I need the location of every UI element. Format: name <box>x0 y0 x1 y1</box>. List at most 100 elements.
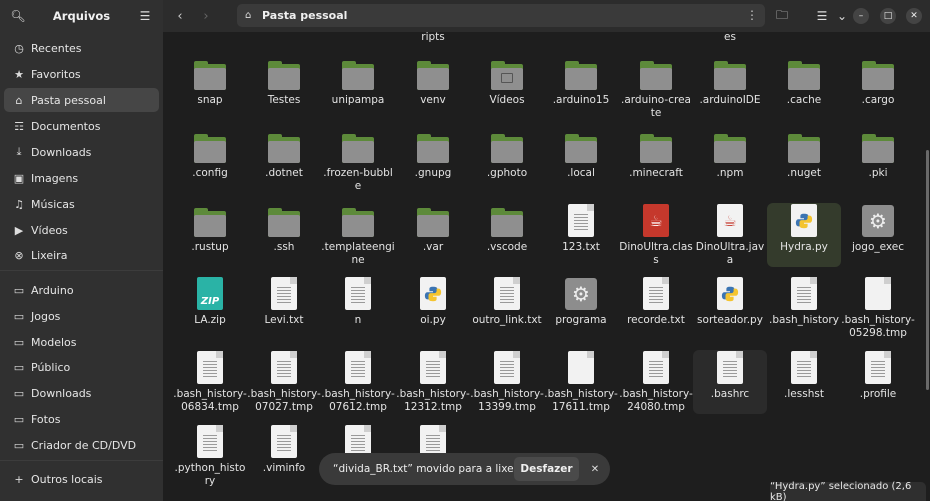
file-item[interactable]: recorde.txt <box>619 276 693 327</box>
file-item[interactable]: .bash_history-05298.tmp <box>841 276 915 340</box>
file-item[interactable]: .cargo <box>841 56 915 107</box>
star-icon: ★ <box>14 67 24 81</box>
close-icon[interactable]: ✕ <box>906 8 922 24</box>
sidebar-item[interactable]: ▶ Vídeos <box>4 218 159 242</box>
file-item[interactable]: .ssh <box>247 203 321 254</box>
file-item[interactable]: .bash_history-07612.tmp <box>321 350 395 414</box>
scrollbar[interactable] <box>926 150 929 390</box>
file-item[interactable]: Levi.txt <box>247 276 321 327</box>
file-item[interactable]: oi.py <box>396 276 470 327</box>
file-item[interactable]: ZIP LA.zip <box>173 276 247 327</box>
file-item[interactable]: .bash_history-24080.tmp <box>619 350 693 414</box>
sidebar-item[interactable]: ⌂ Pasta pessoal <box>4 88 159 112</box>
file-label: .frozen-bubble <box>323 167 393 192</box>
sidebar-item[interactable]: ▭ Downloads <box>4 381 159 405</box>
file-item[interactable]: Hydra.py <box>767 203 841 267</box>
sidebar-item[interactable]: ★ Favoritos <box>4 62 159 86</box>
sidebar-item[interactable]: ☶ Documentos <box>4 114 159 138</box>
sidebar-item[interactable]: + Outros locais <box>4 467 159 491</box>
sidebar-item[interactable]: ▭ Modelos <box>4 330 159 354</box>
chevron-down-icon[interactable]: ⌄ <box>833 7 851 25</box>
file-item[interactable]: .cache <box>767 56 841 107</box>
back-arrow-icon[interactable]: ‹ <box>171 7 189 25</box>
folder-icon: ▭ <box>13 360 25 374</box>
file-item[interactable]: .bash_history-13399.tmp <box>470 350 544 414</box>
file-item[interactable]: .dotnet <box>247 129 321 180</box>
file-label: .arduinoIDE <box>699 94 761 106</box>
file-item[interactable]: .rustup <box>173 203 247 254</box>
path-menu-icon[interactable]: ⋮ <box>746 8 758 22</box>
file-item[interactable]: venv <box>396 56 470 107</box>
file-item[interactable]: .bash_history <box>767 276 841 327</box>
file-item[interactable]: .arduino15 <box>544 56 618 107</box>
file-item[interactable]: .minecraft <box>619 129 693 180</box>
sidebar-item-label: Downloads <box>31 145 92 159</box>
file-item[interactable]: .vscode <box>470 203 544 254</box>
file-label: Testes <box>267 94 301 106</box>
file-item[interactable]: .bash_history-12312.tmp <box>396 350 470 414</box>
file-item[interactable]: .local <box>544 129 618 180</box>
sidebar-item[interactable]: ▭ Criador de CD/DVD <box>4 433 159 457</box>
sidebar-item[interactable]: ▭ Público <box>4 355 159 379</box>
sidebar-item[interactable]: ▭ Jogos <box>4 304 159 328</box>
file-item[interactable]: .python_history <box>173 424 247 488</box>
file-item[interactable]: ☕ DinoUltra.java <box>693 203 767 267</box>
file-item[interactable]: .bashrc <box>693 350 767 414</box>
new-folder-icon[interactable]: 🗀︎ <box>773 7 791 25</box>
file-item[interactable]: n <box>321 276 395 327</box>
sidebar-item[interactable]: ♫ Músicas <box>4 192 159 216</box>
sidebar-item[interactable]: ▣ Imagens <box>4 166 159 190</box>
file-item[interactable]: outro_link.txt <box>470 276 544 327</box>
file-item[interactable]: .arduino-create <box>619 56 693 120</box>
file-item[interactable]: ⚙ programa <box>544 276 618 327</box>
file-item[interactable]: .arduinoIDE <box>693 56 767 107</box>
sidebar-item[interactable]: ▭ Fotos <box>4 407 159 431</box>
file-label: .bash_history <box>769 314 839 326</box>
sidebar-item[interactable]: ⊗ Lixeira <box>4 243 159 267</box>
toast-close-icon[interactable]: ✕ <box>587 461 603 477</box>
file-item[interactable]: unipampa <box>321 56 395 107</box>
minimize-icon[interactable]: – <box>853 8 869 24</box>
file-item[interactable]: .bash_history-07027.tmp <box>247 350 321 414</box>
text-file-icon <box>619 276 693 310</box>
file-item[interactable]: Vídeos <box>470 56 544 107</box>
file-item[interactable]: .frozen-bubble <box>321 129 395 193</box>
file-item[interactable]: snap <box>173 56 247 107</box>
file-item[interactable]: .gnupg <box>396 129 470 180</box>
file-item[interactable]: .config <box>173 129 247 180</box>
executable-icon: ⚙ <box>544 276 618 310</box>
list-view-icon[interactable]: ☰ <box>813 7 831 25</box>
folder-icon <box>544 56 618 90</box>
hamburger-menu-icon[interactable]: ☰ <box>137 8 153 24</box>
file-item[interactable]: .bash_history-17611.tmp <box>544 350 618 414</box>
file-item[interactable]: .var <box>396 203 470 254</box>
folder-icon <box>321 129 395 163</box>
file-item[interactable]: Testes <box>247 56 321 107</box>
forward-arrow-icon[interactable]: › <box>197 7 215 25</box>
file-item[interactable]: .lesshst <box>767 350 841 401</box>
folder-icon: ▭ <box>13 283 25 297</box>
path-bar[interactable]: ⌂ Pasta pessoal ⋮ <box>237 4 765 27</box>
folder-icon <box>173 203 247 237</box>
text-file-icon <box>247 350 321 384</box>
file-item[interactable]: .gphoto <box>470 129 544 180</box>
file-item[interactable]: ⚙ jogo_exec <box>841 203 915 254</box>
file-item[interactable]: sorteador.py <box>693 276 767 327</box>
maximize-icon[interactable]: □ <box>880 8 896 24</box>
file-item[interactable]: .nuget <box>767 129 841 180</box>
file-item[interactable]: 123.txt <box>544 203 618 254</box>
file-item[interactable]: .profile <box>841 350 915 401</box>
file-item[interactable]: ☕ DinoUltra.class <box>619 203 693 267</box>
file-item[interactable]: .pki <box>841 129 915 180</box>
file-label: n <box>354 314 362 326</box>
file-item[interactable]: .templateengine <box>321 203 395 267</box>
file-item[interactable]: .viminfo <box>247 424 321 475</box>
file-label: Hydra.py <box>780 241 828 253</box>
sidebar-item[interactable]: ⤓ Downloads <box>4 140 159 164</box>
undo-button[interactable]: Desfazer <box>514 457 579 481</box>
sidebar-item[interactable]: ◷ Recentes <box>4 36 159 60</box>
search-icon[interactable]: 🔍︎ <box>10 8 26 24</box>
sidebar-item[interactable]: ▭ Arduino <box>4 278 159 302</box>
file-item[interactable]: .npm <box>693 129 767 180</box>
file-item[interactable]: .bash_history-06834.tmp <box>173 350 247 414</box>
